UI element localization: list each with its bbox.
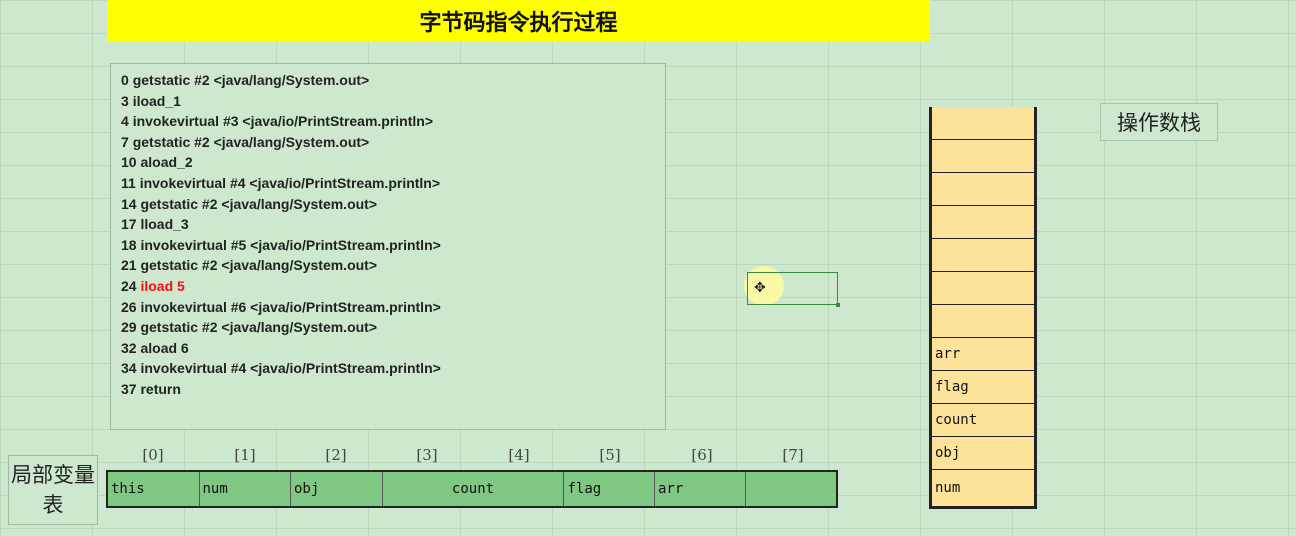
code-offset: 21 (121, 257, 137, 274)
operand-stack-cell (932, 272, 1034, 305)
page-title: 字节码指令执行过程 (107, 0, 930, 42)
slot-index: [1] (234, 446, 256, 464)
slot-index: [7] (782, 446, 804, 464)
local-variable-slot: arr (655, 472, 747, 506)
code-offset: 7 (121, 133, 129, 150)
slot-index: [4] (508, 446, 530, 464)
local-variable-slot: this (108, 472, 200, 506)
code-offset: 11 (121, 174, 136, 191)
code-instruction: invokevirtual #4 <java/io/PrintStream.pr… (140, 360, 441, 377)
code-instruction: aload 6 (140, 339, 189, 356)
code-offset: 34 (121, 360, 137, 377)
local-variable-table-label: 局部变量表 (8, 455, 98, 525)
code-instruction: iload 5 (140, 277, 185, 294)
code-line: 24 iload 5 (121, 276, 665, 297)
code-line: 29 getstatic #2 <java/lang/System.out> (121, 317, 665, 338)
code-offset: 37 (121, 380, 137, 397)
operand-stack-cell: count (932, 404, 1034, 437)
code-instruction: aload_2 (140, 154, 193, 171)
code-offset: 29 (121, 319, 137, 336)
code-offset: 17 (121, 216, 137, 233)
code-offset: 0 (121, 72, 129, 88)
operand-stack-cell (932, 140, 1034, 173)
code-offset: 24 (121, 277, 137, 294)
code-offset: 3 (121, 92, 129, 109)
code-line: 32 aload 6 (121, 338, 665, 359)
slot-index: [6] (691, 446, 713, 464)
local-variable-slot: count (383, 472, 565, 506)
code-line: 14 getstatic #2 <java/lang/System.out> (121, 194, 665, 215)
code-instruction: invokevirtual #6 <java/io/PrintStream.pr… (140, 298, 441, 315)
code-offset: 26 (121, 298, 137, 315)
code-offset: 4 (121, 113, 129, 130)
operand-stack-cell: flag (932, 371, 1034, 404)
local-variable-slot: obj (291, 472, 383, 506)
operand-stack-label: 操作数栈 (1100, 103, 1218, 141)
code-line: 21 getstatic #2 <java/lang/System.out> (121, 255, 665, 276)
code-instruction: invokevirtual #3 <java/io/PrintStream.pr… (132, 113, 434, 130)
code-instruction: getstatic #2 <java/lang/System.out> (140, 257, 378, 274)
operand-stack-cell: num (935, 480, 961, 496)
code-line: 4 invokevirtual #3 <java/io/PrintStream.… (121, 111, 665, 132)
code-instruction: return (140, 380, 181, 397)
local-variable-table: this num obj count flag arr (106, 470, 838, 508)
code-instruction: lload_3 (140, 216, 189, 233)
code-instruction: getstatic #2 <java/lang/System.out> (132, 72, 370, 88)
operand-stack: arr flag count obj num (929, 107, 1037, 509)
code-offset: 18 (121, 236, 137, 253)
code-instruction: invokevirtual #5 <java/io/PrintStream.pr… (140, 236, 441, 253)
operand-stack-cell (932, 239, 1034, 272)
operand-stack-cell (932, 107, 1034, 140)
local-variable-slot: flag (564, 472, 655, 506)
cell-select-cross-icon: ✥ (754, 280, 766, 296)
operand-stack-cell: arr (932, 338, 1034, 371)
operand-stack-cell (932, 173, 1034, 206)
code-line: 3 iload_1 (121, 91, 665, 112)
slot-index: [3] (416, 446, 438, 464)
code-line: 11 invokevirtual #4 <java/io/PrintStream… (121, 173, 665, 194)
code-instruction: invokevirtual #4 <java/io/PrintStream.pr… (139, 174, 441, 191)
code-instruction: getstatic #2 <java/lang/System.out> (140, 195, 378, 212)
code-instruction: iload_1 (132, 92, 181, 109)
operand-stack-cell (932, 206, 1034, 239)
code-offset: 32 (121, 339, 137, 356)
code-instruction: getstatic #2 <java/lang/System.out> (132, 133, 370, 150)
operand-stack-cell (932, 305, 1034, 338)
code-line: 26 invokevirtual #6 <java/io/PrintStream… (121, 297, 665, 318)
code-offset: 14 (121, 195, 137, 212)
code-line: 0 getstatic #2 <java/lang/System.out> (121, 70, 665, 91)
code-line: 34 invokevirtual #4 <java/io/PrintStream… (121, 358, 665, 379)
slot-index: [0] (142, 446, 164, 464)
bytecode-listing: 0 getstatic #2 <java/lang/System.out> 3 i… (110, 63, 666, 430)
operand-stack-cell: obj (932, 437, 1034, 470)
code-line: 37 return (121, 379, 665, 400)
local-variable-slot: num (200, 472, 291, 506)
code-offset: 10 (121, 154, 137, 171)
code-line: 18 invokevirtual #5 <java/io/PrintStream… (121, 235, 665, 256)
code-line: 7 getstatic #2 <java/lang/System.out> (121, 132, 665, 153)
slot-index: [2] (325, 446, 347, 464)
code-line: 10 aload_2 (121, 152, 665, 173)
code-line: 17 lload_3 (121, 214, 665, 235)
local-variable-slot (746, 472, 836, 506)
slot-index: [5] (599, 446, 621, 464)
code-instruction: getstatic #2 <java/lang/System.out> (140, 319, 378, 336)
